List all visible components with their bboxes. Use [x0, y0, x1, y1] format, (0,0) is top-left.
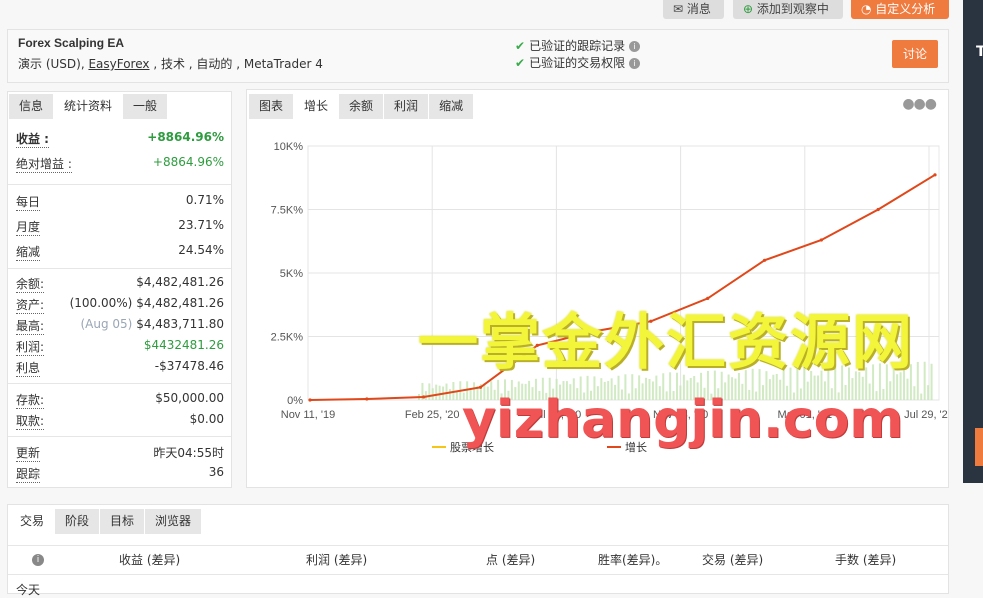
divider — [8, 436, 231, 437]
x-tick-label: Jul 29, '21 — [904, 409, 948, 421]
y-tick-label: 2.5K% — [271, 332, 304, 344]
growth-point — [762, 258, 767, 262]
growth-point — [422, 395, 426, 399]
stat-highest: 最高: (Aug 05) $4,483,711.80 — [16, 317, 224, 335]
info-icon[interactable]: i — [32, 551, 44, 566]
custom-analysis-button[interactable]: ◔ 自定义分析 — [851, 0, 949, 19]
volume-bar — [448, 389, 451, 400]
volume-bar — [428, 383, 431, 400]
stat-balance: 余额: $4,482,481.26 — [16, 275, 224, 293]
plus-circle-icon: ⊕ — [743, 2, 757, 16]
ad-letter: T — [976, 44, 983, 60]
side-advertisement[interactable]: T — [963, 0, 983, 483]
volume-bar — [906, 378, 909, 400]
tab-balance[interactable]: 余额 — [339, 94, 385, 119]
info-icon[interactable]: i — [629, 58, 641, 69]
y-tick-label: 0% — [287, 395, 303, 407]
stat-tracking: 跟踪 36 — [16, 465, 224, 483]
col-trades[interactable]: 交易 (差异) — [702, 551, 763, 568]
y-tick-label: 5K% — [280, 268, 303, 280]
divider — [8, 383, 231, 384]
system-subtitle: 演示 (USD), EasyForex , 技术 , 自动的 , MetaTra… — [18, 57, 323, 71]
growth-point — [876, 207, 880, 212]
periods-panel: 交易 阶段 目标 浏览器 i 收益 (差异) 利润 (差异) 点 (差异) 胜率… — [7, 504, 949, 597]
tab-growth[interactable]: 增长 — [294, 94, 340, 119]
system-title: Forex Scalping EA — [18, 36, 125, 50]
bottom-tabs: 交易 阶段 目标 浏览器 — [10, 509, 203, 534]
growth-point — [365, 397, 369, 401]
more-options-icon[interactable]: ●●● — [902, 96, 937, 112]
stat-gain: 收益 : +8864.96% — [16, 130, 224, 148]
volume-bar — [435, 384, 438, 400]
volume-bar — [431, 388, 434, 400]
stats-tabs: 信息 统计资料 一般 — [9, 94, 169, 119]
growth-point — [478, 385, 483, 389]
col-profit[interactable]: 利润 (差异) — [306, 551, 367, 568]
x-tick-label: Nov 11, '19 — [281, 409, 335, 421]
check-icon: ✔ — [515, 39, 526, 53]
divider — [8, 268, 231, 269]
stat-deposits: 存款: $50,000.00 — [16, 391, 224, 409]
tab-goals[interactable]: 目标 — [100, 509, 146, 534]
add-to-watchlist-button[interactable]: ⊕ 添加到观察中 — [733, 0, 843, 19]
col-lots[interactable]: 手数 (差异) — [835, 551, 896, 568]
watermark-url: yizhangjin.com — [462, 390, 904, 450]
verified-trading-privileges: ✔ 已验证的交易权限 i — [515, 54, 641, 71]
check-icon: ✔ — [515, 56, 526, 70]
volume-bar — [913, 386, 916, 400]
y-tick-label: 7.5K% — [271, 205, 304, 217]
volume-bar — [916, 361, 919, 400]
stat-equity: 资产: (100.00%) $4,482,481.26 — [16, 296, 224, 314]
stat-absolute-gain: 绝对增益 : +8864.96% — [16, 155, 224, 173]
volume-bar — [930, 363, 933, 400]
discuss-button[interactable]: 讨论 — [892, 40, 938, 68]
volume-bar — [927, 385, 930, 400]
col-win-rate[interactable]: 胜率(差异)。 — [598, 551, 667, 568]
envelope-icon: ✉ — [673, 2, 687, 16]
col-gain[interactable]: 收益 (差异) — [119, 551, 180, 568]
tab-periods[interactable]: 阶段 — [55, 509, 101, 534]
messages-button[interactable]: ✉ 消息 — [663, 0, 724, 19]
tab-trades[interactable]: 交易 — [10, 509, 56, 534]
growth-point — [819, 238, 823, 242]
volume-bar — [445, 383, 448, 400]
tab-chart[interactable]: 图表 — [249, 94, 295, 119]
broker-link[interactable]: EasyForex — [88, 57, 149, 71]
stat-updated: 更新 昨天04:55时 — [16, 446, 224, 462]
stat-daily: 每日 0.71% — [16, 193, 224, 211]
volume-bar — [455, 392, 458, 400]
col-pips[interactable]: 点 (差异) — [486, 551, 535, 568]
divider — [8, 184, 231, 185]
stat-withdrawals: 取款: $0.00 — [16, 412, 224, 430]
watermark-chinese: 一掌金外汇资源网 — [418, 308, 914, 378]
tab-general[interactable]: 一般 — [123, 94, 169, 119]
pie-chart-icon: ◔ — [861, 2, 876, 16]
tab-info[interactable]: 信息 — [9, 94, 55, 119]
growth-point — [308, 398, 312, 402]
volume-bar — [923, 361, 926, 400]
volume-bar — [920, 393, 923, 400]
volume-bar — [438, 385, 441, 400]
y-tick-label: 10K% — [274, 141, 304, 153]
stats-panel: 信息 统计资料 一般 收益 : +8864.96% 绝对增益 : +8864.96%… — [7, 91, 232, 488]
periods-table-header: i 收益 (差异) 利润 (差异) 点 (差异) 胜率(差异)。 交易 (差异)… — [8, 545, 948, 575]
stat-interest: 利息 -$37478.46 — [16, 359, 224, 377]
stat-monthly: 月度 23.71% — [16, 218, 224, 236]
system-header: Forex Scalping EA 演示 (USD), EasyForex , … — [7, 29, 949, 83]
tab-drawdown[interactable]: 缩减 — [429, 94, 475, 119]
growth-point — [933, 173, 937, 177]
tab-browser[interactable]: 浏览器 — [145, 509, 203, 534]
chart-tabs: 图表 增长 余额 利润 缩减 — [249, 94, 475, 119]
info-icon[interactable]: i — [629, 41, 641, 52]
x-tick-label: Feb 25, '20 — [405, 409, 460, 421]
verified-track-record: ✔ 已验证的跟踪记录 i — [515, 37, 641, 54]
ad-button-fragment[interactable] — [975, 428, 983, 466]
stat-profit: 利润: $4432481.26 — [16, 338, 224, 356]
stat-drawdown: 缩减 24.54% — [16, 243, 224, 261]
period-today[interactable]: 今天 — [16, 581, 40, 598]
tab-statistics[interactable]: 统计资料 — [54, 94, 124, 119]
tab-profit[interactable]: 利润 — [384, 94, 430, 119]
